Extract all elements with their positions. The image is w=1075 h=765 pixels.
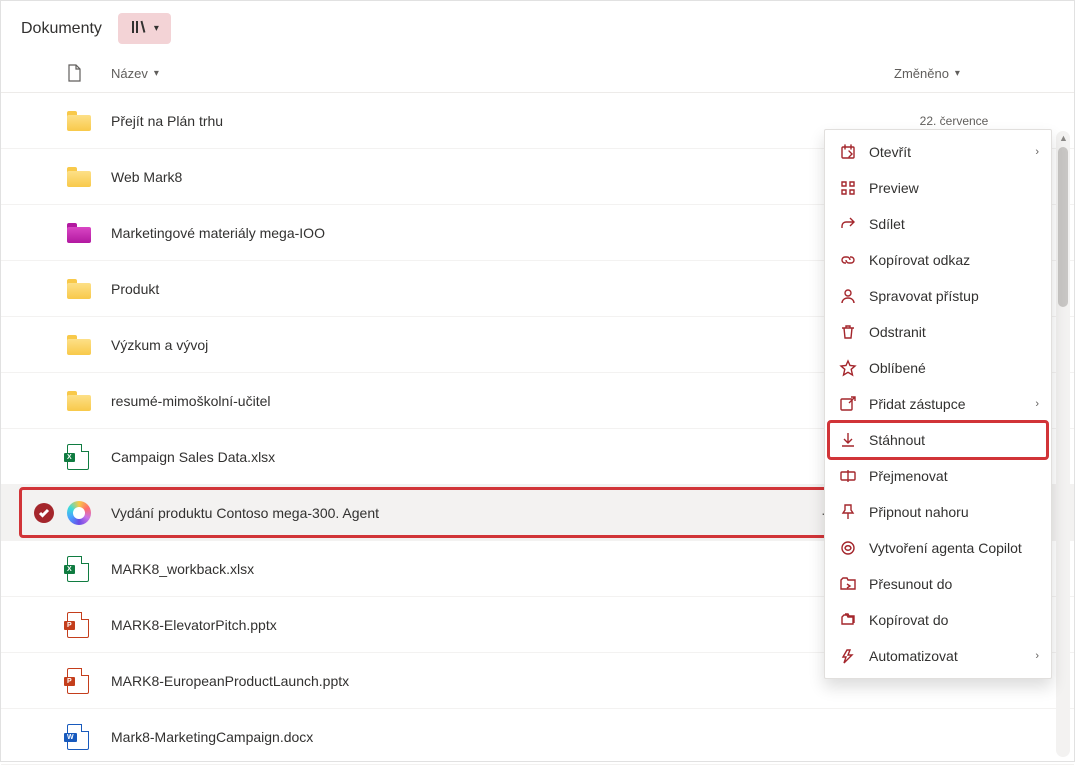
menu-item-label: Oblíbené (869, 360, 926, 376)
menu-item-shortcut[interactable]: Přidat zástupce › (825, 386, 1051, 422)
file-name: MARK8_workback.xlsx (111, 561, 854, 577)
file-name: MARK8-ElevatorPitch.pptx (111, 617, 854, 633)
access-icon (839, 287, 857, 305)
menu-item-label: Spravovat přístup (869, 288, 979, 304)
chevron-down-icon: ▾ (154, 23, 159, 34)
copilot-agent-icon (67, 501, 91, 525)
menu-item-label: Preview (869, 180, 919, 196)
file-name: resumé-mimoškolní-učitel (111, 393, 854, 409)
file-modified-date: 22. července (854, 114, 1054, 128)
menu-item-share[interactable]: Sdílet (825, 206, 1051, 242)
menu-item-label: Kopírovat odkaz (869, 252, 970, 268)
powerpoint-file-icon: P (67, 668, 89, 694)
file-name: MARK8-EuropeanProductLaunch.pptx (111, 673, 854, 689)
file-name: Výzkum a vývoj (111, 337, 854, 353)
chevron-right-icon: › (1035, 398, 1039, 410)
folder-icon (67, 111, 91, 131)
folder-icon (67, 391, 91, 411)
menu-item-rename[interactable]: Přejmenovat (825, 458, 1051, 494)
menu-item-label: Přesunout do (869, 576, 952, 592)
moveto-icon (839, 575, 857, 593)
folder-icon (67, 167, 91, 187)
excel-file-icon: X (67, 556, 89, 582)
menu-item-label: Přidat zástupce (869, 396, 966, 412)
file-name: Web Mark8 (111, 169, 854, 185)
chevron-down-icon: ▾ (955, 68, 960, 79)
favorite-icon (839, 359, 857, 377)
scrollbar-thumb[interactable] (1058, 147, 1068, 307)
menu-item-moveto[interactable]: Přesunout do (825, 566, 1051, 602)
menu-item-label: Vytvoření agenta Copilot (869, 540, 1022, 556)
file-name: Vydání produktu Contoso mega-300. Agent (111, 505, 821, 521)
folder-icon (67, 279, 91, 299)
open-icon (839, 143, 857, 161)
file-name: Produkt (111, 281, 854, 297)
menu-item-download[interactable]: Stáhnout (825, 422, 1051, 458)
menu-item-access[interactable]: Spravovat přístup (825, 278, 1051, 314)
menu-item-preview[interactable]: Preview (825, 170, 1051, 206)
file-name: Marketingové materiály mega-IOO (111, 225, 854, 241)
file-name: Přejít na Plán trhu (111, 113, 854, 129)
menu-item-copyto[interactable]: Kopírovat do (825, 602, 1051, 638)
column-name-header[interactable]: Název ▾ (111, 66, 854, 81)
menu-item-favorite[interactable]: Oblíbené (825, 350, 1051, 386)
column-modified-header[interactable]: Změněno ▾ (854, 66, 1054, 81)
rename-icon (839, 467, 857, 485)
selected-check-icon[interactable] (34, 503, 54, 523)
word-file-icon: W (67, 724, 89, 750)
download-icon (839, 431, 857, 449)
scroll-up-arrow-icon[interactable]: ▲ (1059, 133, 1068, 143)
menu-item-label: Odstranit (869, 324, 926, 340)
library-icon (130, 19, 146, 38)
file-name: Campaign Sales Data.xlsx (111, 449, 854, 465)
menu-item-label: Stáhnout (869, 432, 925, 448)
copilot-agent-icon (839, 539, 857, 557)
chevron-down-icon: ▾ (154, 68, 159, 79)
link-icon (839, 251, 857, 269)
menu-item-label: Kopírovat do (869, 612, 948, 628)
scrollbar[interactable]: ▲ (1056, 131, 1070, 757)
page-title: Dokumenty (21, 20, 102, 38)
excel-file-icon: X (67, 444, 89, 470)
file-row[interactable]: W Mark8-MarketingCampaign.docx (1, 709, 1074, 765)
menu-item-delete[interactable]: Odstranit (825, 314, 1051, 350)
menu-item-label: Sdílet (869, 216, 905, 232)
chevron-right-icon: › (1035, 146, 1039, 158)
menu-item-label: Otevřít (869, 144, 911, 160)
menu-item-label: Automatizovat (869, 648, 958, 664)
folder-icon (67, 335, 91, 355)
menu-item-label: Připnout nahoru (869, 504, 969, 520)
column-type-icon[interactable] (67, 64, 111, 82)
automate-icon (839, 647, 857, 665)
menu-item-copilot-agent[interactable]: Vytvoření agenta Copilot (825, 530, 1051, 566)
copyto-icon (839, 611, 857, 629)
shortcut-icon (839, 395, 857, 413)
view-switcher-button[interactable]: ▾ (118, 13, 171, 44)
preview-icon (839, 179, 857, 197)
menu-item-label: Přejmenovat (869, 468, 948, 484)
delete-icon (839, 323, 857, 341)
pin-icon (839, 503, 857, 521)
powerpoint-file-icon: P (67, 612, 89, 638)
menu-item-automate[interactable]: Automatizovat › (825, 638, 1051, 674)
share-icon (839, 215, 857, 233)
file-name: Mark8-MarketingCampaign.docx (111, 729, 854, 745)
column-headers: Název ▾ Změněno ▾ (1, 56, 1074, 93)
chevron-right-icon: › (1035, 650, 1039, 662)
menu-item-open[interactable]: Otevřít › (825, 134, 1051, 170)
menu-item-pin[interactable]: Připnout nahoru (825, 494, 1051, 530)
folder-icon (67, 223, 91, 243)
context-menu: Otevřít › Preview Sdílet Kopírovat odkaz Spra… (824, 129, 1052, 679)
menu-item-link[interactable]: Kopírovat odkaz (825, 242, 1051, 278)
